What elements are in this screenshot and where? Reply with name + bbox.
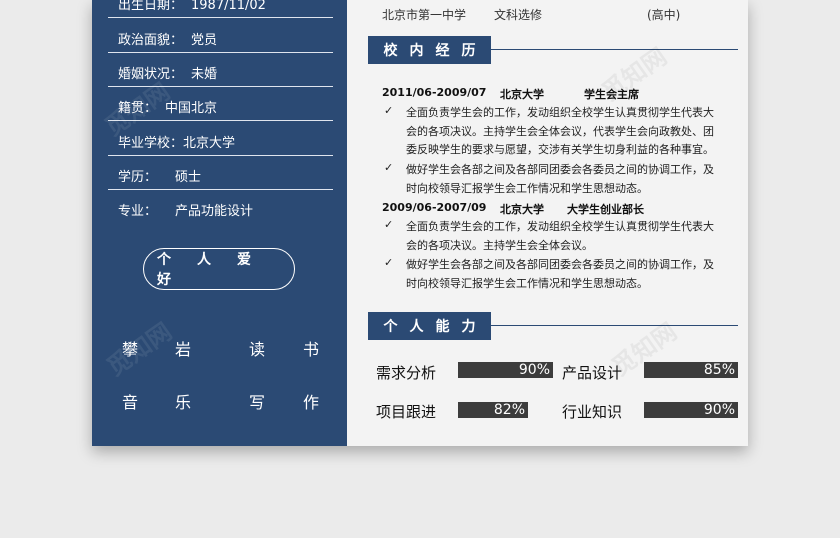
info-label: 毕业学校： (118, 136, 184, 151)
info-major: 专业： 产品功能设计 (118, 200, 253, 219)
heading-char: 人 (197, 252, 211, 268)
check-icon: ✓ (384, 218, 394, 231)
info-degree: 学历： 硕士 (118, 166, 201, 185)
skill-percent: 82% (493, 402, 525, 418)
info-value: 北京大学 (183, 136, 236, 151)
skills-heading: 个人能力 (368, 312, 491, 340)
heading-char: 个 (383, 319, 398, 335)
section-rule (491, 49, 738, 50)
check-icon: ✓ (384, 161, 394, 174)
edu-level: (高中) (647, 8, 681, 22)
bullet-line: 时向校领导汇报学生会工作情况和学生思想动态。 (406, 181, 648, 195)
hobby-char: 写 (249, 393, 266, 412)
info-value: 未婚 (191, 67, 218, 82)
hobby-char: 音 (122, 393, 139, 412)
info-marital: 婚姻状况： 未婚 (118, 63, 217, 82)
skill-percent: 90% (518, 362, 550, 378)
exp-org: 北京大学 (500, 203, 544, 216)
hobby-char: 岩 (175, 340, 192, 359)
bullet-line: 会的各项决议。主持学生会全体会议，代表学生会向政教处、团 (406, 124, 714, 138)
info-political: 政治面貌： 党员 (118, 29, 217, 48)
section-rule (491, 325, 738, 326)
experience-header: 2011/06-2009/07 北京大学 学生会主席 (382, 86, 639, 101)
sidebar: 出生日期： 1987/11/02 政治面貌： 党员 婚姻状况： 未婚 籍贯： 中国北京 … (92, 0, 347, 446)
divider (108, 189, 333, 190)
bullet-line: 委反映学生的要求与愿望，交涉有关学生切身利益的各种事宜。 (406, 143, 714, 156)
bullet-line: 会的各项决议。主持学生会全体会议。 (406, 238, 593, 252)
heading-char: 校 (383, 43, 398, 59)
edu-major: 文科选修 (494, 8, 543, 22)
heading-char: 爱 (237, 252, 251, 268)
info-value: 党员 (191, 33, 218, 48)
divider (108, 17, 333, 18)
heading-char: 人 (409, 319, 424, 335)
info-label: 学历： (118, 170, 158, 185)
hobby-char: 书 (303, 340, 320, 359)
skill-percent: 90% (703, 402, 735, 418)
bullet-line: 时向校领导汇报学生会工作情况和学生思想动态。 (406, 276, 648, 290)
heading-char: 历 (461, 43, 476, 59)
exp-period: 2009/06-2007/09 (382, 201, 487, 214)
hobbies-heading: 个 人 爱好 (143, 248, 295, 290)
divider (108, 52, 333, 53)
info-value: 产品功能设计 (175, 204, 254, 219)
info-birthdate: 出生日期： 1987/11/02 (118, 0, 266, 13)
heading-char: 好 (157, 272, 171, 288)
watermark: 觅知网 (101, 317, 177, 382)
hobby-char: 读 (249, 340, 266, 359)
skill-percent: 85% (703, 362, 735, 378)
heading-char: 经 (435, 43, 450, 59)
skill-bar: 82% (458, 402, 528, 418)
skill-name: 项目跟进 (376, 403, 437, 421)
main-content: 北京市第一中学 文科选修 (高中) 校内经历 2011/06-2009/07 北… (347, 0, 748, 446)
check-icon: ✓ (384, 104, 394, 117)
exp-org: 北京大学 (500, 88, 544, 101)
divider (108, 155, 333, 156)
exp-role: 大学生创业部长 (567, 203, 644, 216)
info-label: 专业： (118, 204, 158, 219)
hobby-char: 作 (303, 393, 320, 412)
skill-bar: 85% (644, 362, 738, 378)
bullet-line: 做好学生会各部之间及各部同团委会各委员之间的协调工作，及 (406, 258, 714, 271)
hobby-char: 乐 (175, 393, 192, 412)
heading-char: 个 (157, 252, 171, 268)
skill-name: 行业知识 (562, 403, 623, 421)
info-label: 政治面貌： (118, 33, 184, 48)
info-label: 出生日期： (118, 0, 184, 13)
heading-char: 力 (461, 319, 476, 335)
skill-name: 需求分析 (376, 364, 437, 382)
info-value: 硕士 (175, 170, 202, 185)
bullet-line: 做好学生会各部之间及各部同团委会各委员之间的协调工作，及 (406, 163, 714, 176)
check-icon: ✓ (384, 256, 394, 269)
edu-school: 北京市第一中学 (382, 8, 467, 22)
resume-sheet: 出生日期： 1987/11/02 政治面貌： 党员 婚姻状况： 未婚 籍贯： 中国北京 … (92, 0, 748, 446)
heading-char: 内 (409, 43, 424, 59)
bullet-line: 全面负责学生会的工作，发动组织全校学生认真贯彻学生代表大 (406, 106, 714, 119)
heading-char: 能 (435, 319, 450, 335)
exp-period: 2011/06-2009/07 (382, 86, 487, 99)
experience-header: 2009/06-2007/09 北京大学 大学生创业部长 (382, 201, 644, 216)
skill-bar: 90% (458, 362, 553, 378)
info-school: 毕业学校：北京大学 (118, 132, 235, 151)
campus-heading: 校内经历 (368, 36, 491, 64)
info-value: 1987/11/02 (191, 0, 266, 13)
bullet-line: 全面负责学生会的工作，发动组织全校学生认真贯彻学生代表大 (406, 220, 714, 233)
skill-bar: 90% (644, 402, 738, 418)
